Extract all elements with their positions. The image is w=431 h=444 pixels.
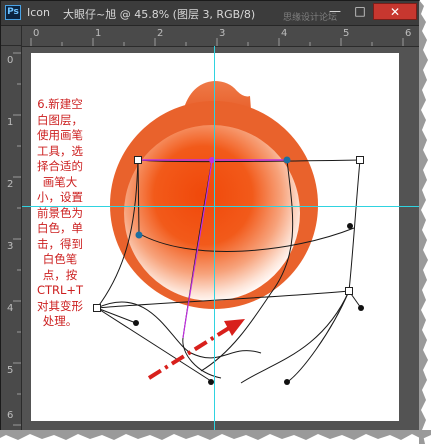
ruler-label: 0 [33, 28, 40, 39]
control-handle[interactable] [358, 305, 364, 311]
horizontal-ruler[interactable]: 0 1 2 3 4 5 6 [22, 26, 419, 47]
horizontal-guide[interactable] [22, 206, 419, 207]
photoshop-logo-icon: Ps [5, 5, 21, 20]
torn-edge-right [419, 0, 428, 444]
ruler-label: 2 [157, 28, 164, 39]
control-handle[interactable] [135, 231, 143, 239]
vertical-guide[interactable] [214, 46, 215, 431]
torn-edge-bottom [0, 430, 431, 440]
close-button[interactable]: ✕ [373, 3, 417, 20]
anchor-point[interactable] [93, 304, 101, 312]
step-instruction-text: 6.新建空白图层，使用画笔工具，选择合适的画笔大小，设置前景色为白色，单击，得到… [36, 97, 84, 328]
ruler-label: 3 [7, 241, 14, 252]
app-name: Icon [27, 6, 50, 19]
document-title: 大眼仔~旭 @ 45.8% (图层 3, RGB/8) [63, 8, 256, 21]
ruler-label: 6 [405, 28, 412, 39]
ruler-label: 5 [343, 28, 350, 39]
anchor-point[interactable] [134, 156, 142, 164]
maximize-button[interactable]: □ [348, 3, 372, 20]
control-handle[interactable] [284, 379, 290, 385]
ball-inner-glow [124, 125, 300, 301]
anchor-point[interactable] [356, 156, 364, 164]
anchor-point[interactable] [345, 287, 353, 295]
control-handle[interactable] [133, 320, 139, 326]
ruler-origin[interactable] [1, 26, 22, 46]
ruler-label: 3 [219, 28, 226, 39]
title-bar[interactable]: Ps Icon 大眼仔~旭 @ 45.8% (图层 3, RGB/8) 思缘设计… [1, 1, 419, 26]
photoshop-window: Ps Icon 大眼仔~旭 @ 45.8% (图层 3, RGB/8) 思缘设计… [0, 0, 420, 432]
ruler-label: 1 [95, 28, 102, 39]
vertical-ruler[interactable]: 0 1 2 3 4 5 6 [1, 46, 22, 431]
ruler-label: 6 [7, 410, 14, 421]
minimize-button[interactable]: — [323, 3, 347, 20]
ruler-label: 2 [7, 179, 14, 190]
dash-dot-arrow-icon [147, 319, 245, 380]
ruler-label: 4 [7, 303, 14, 314]
ruler-label: 0 [7, 55, 14, 66]
ruler-label: 1 [7, 117, 14, 128]
ruler-label: 5 [7, 365, 14, 376]
control-handle[interactable] [347, 223, 353, 229]
ruler-label: 4 [281, 28, 288, 39]
control-handle[interactable] [283, 156, 291, 164]
